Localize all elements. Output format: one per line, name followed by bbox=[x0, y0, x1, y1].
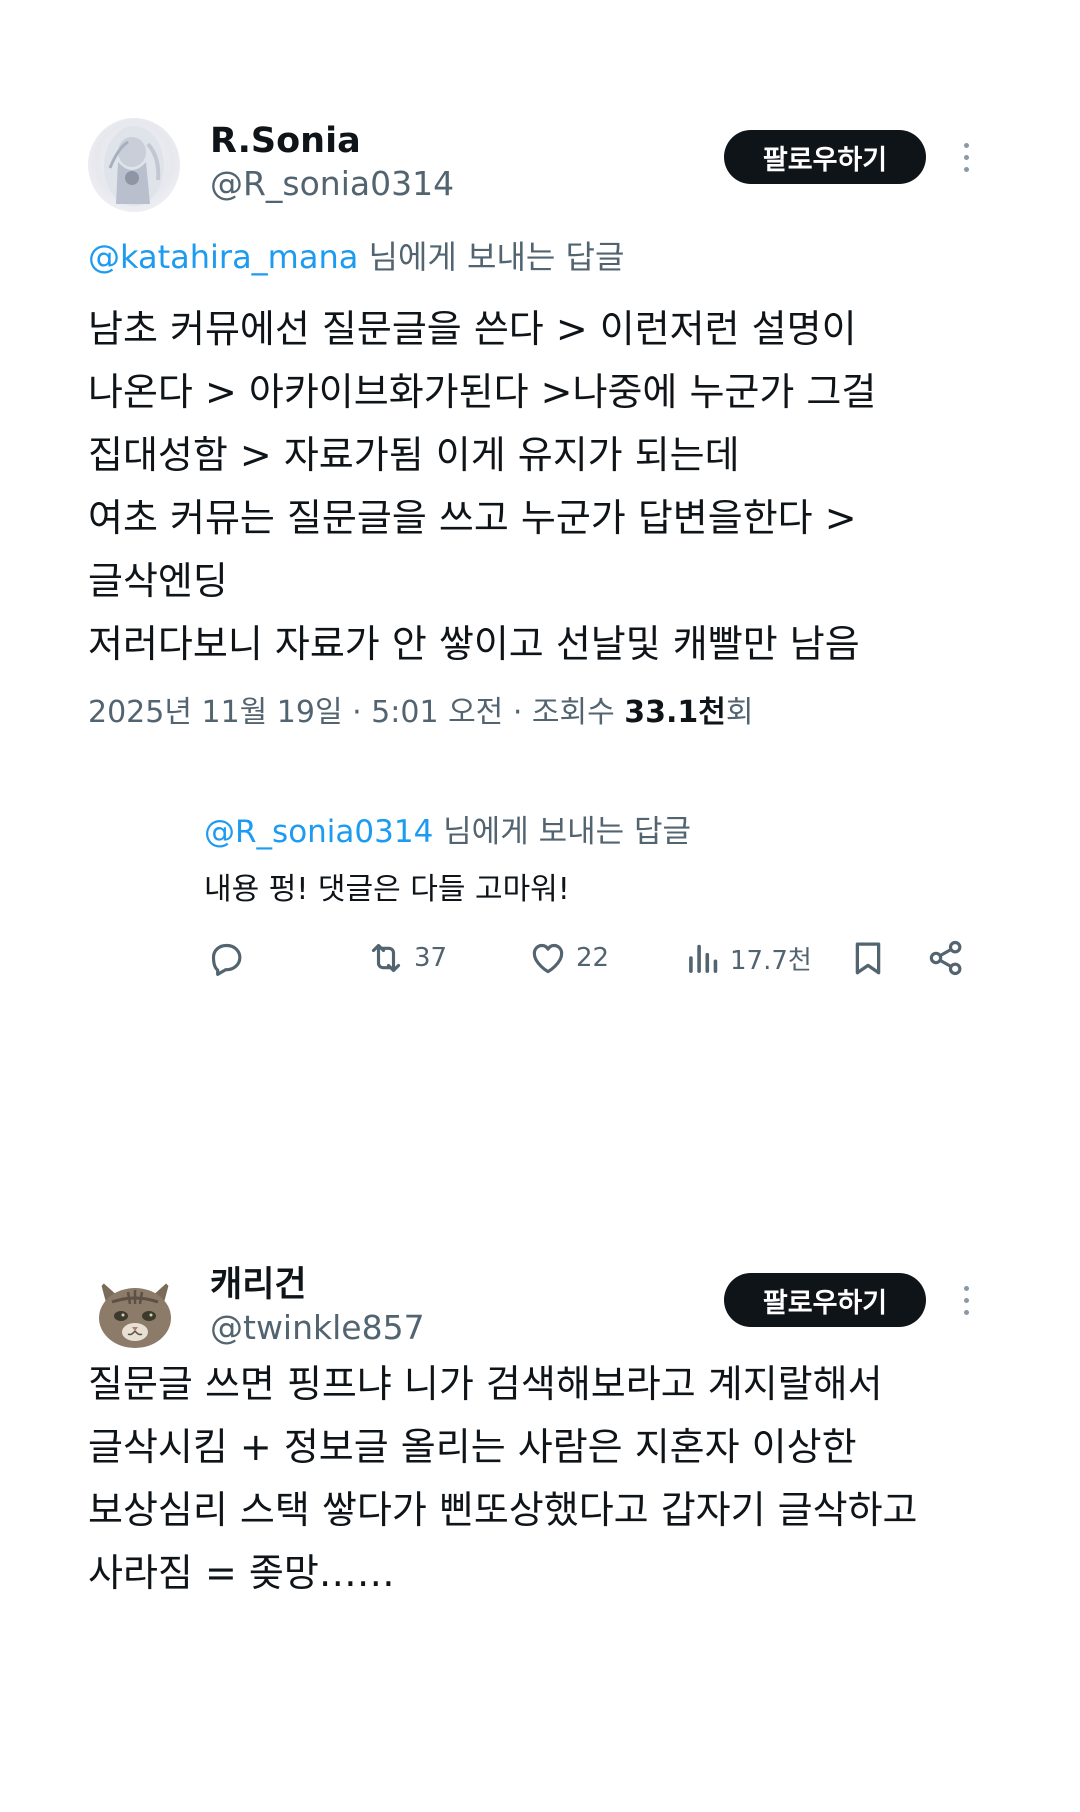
share-icon bbox=[929, 940, 962, 976]
reply-bubble-icon bbox=[211, 943, 242, 976]
retweet-icon bbox=[371, 943, 401, 973]
bookmark-action[interactable] bbox=[850, 938, 886, 978]
self-reply-suffix: 님에게 보내는 답글 bbox=[433, 814, 692, 850]
self-reply-text: 내용 펑! 댓글은 다들 고마워! bbox=[204, 872, 570, 907]
reply-action[interactable] bbox=[206, 938, 246, 978]
views-action[interactable]: 17.7천 bbox=[686, 938, 812, 978]
cat-face-icon bbox=[99, 1280, 171, 1348]
more-dots-icon[interactable] bbox=[956, 1286, 976, 1315]
user-handle[interactable]: @R_sonia0314 bbox=[210, 164, 454, 204]
replying-to: @katahira_mana 님에게 보내는 답글 bbox=[88, 237, 624, 277]
avatar-figure-icon bbox=[104, 126, 164, 206]
display-name[interactable]: 캐리건 bbox=[210, 1265, 307, 1305]
post-1: R.Sonia @R_sonia0314 팔로우하기 @katahira_man… bbox=[0, 0, 1080, 1000]
post-date-time[interactable]: 2025년 11월 19일 · 5:01 오전 · 조회수 bbox=[88, 695, 624, 730]
bookmark-icon bbox=[855, 942, 881, 975]
view-count-suffix: 회 bbox=[725, 695, 754, 730]
view-count: 33.1천 bbox=[624, 695, 726, 730]
follow-button[interactable]: 팔로우하기 bbox=[724, 130, 926, 184]
like-action[interactable]: 22 bbox=[528, 938, 609, 978]
follow-button[interactable]: 팔로우하기 bbox=[724, 1273, 926, 1327]
post-2: 캐리건 @twinkle857 팔로우하기 질문글 쓰면 핑프냐 니가 검색해보… bbox=[0, 1240, 1080, 1660]
self-reply-header: @R_sonia0314 님에게 보내는 답글 bbox=[204, 812, 691, 852]
post-body: 질문글 쓰면 핑프냐 니가 검색해보라고 계지랄해서 글삭시킴 + 정보글 올리… bbox=[88, 1362, 918, 1595]
avatar[interactable] bbox=[88, 118, 180, 212]
reply-to-suffix: 님에게 보내는 답글 bbox=[358, 238, 625, 276]
bar-chart-icon bbox=[689, 944, 718, 973]
reply-mention-link[interactable]: @katahira_mana bbox=[88, 238, 358, 276]
share-action[interactable] bbox=[926, 938, 966, 978]
display-name[interactable]: R.Sonia bbox=[210, 121, 361, 161]
self-reply-mention-link[interactable]: @R_sonia0314 bbox=[204, 814, 433, 850]
avatar[interactable] bbox=[92, 1270, 178, 1356]
more-dots-icon[interactable] bbox=[956, 143, 976, 172]
post-body: 남초 커뮤에선 질문글을 쓴다 > 이런저런 설명이 나온다 > 아카이브화가된… bbox=[88, 307, 877, 666]
retweet-action[interactable]: 37 bbox=[366, 938, 447, 978]
user-handle[interactable]: @twinkle857 bbox=[210, 1308, 425, 1348]
post-meta: 2025년 11월 19일 · 5:01 오전 · 조회수 33.1천회 bbox=[88, 693, 753, 733]
like-count: 22 bbox=[576, 943, 610, 973]
views-count: 17.7천 bbox=[730, 945, 812, 976]
heart-icon bbox=[532, 943, 564, 974]
retweet-count: 37 bbox=[414, 943, 448, 973]
